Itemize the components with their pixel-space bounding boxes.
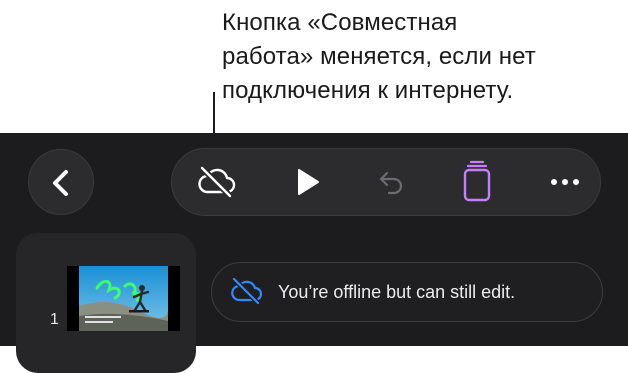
offline-banner: You’re offline but can still edit. xyxy=(211,262,603,322)
slides-icon xyxy=(463,160,491,202)
collaboration-button[interactable] xyxy=(190,149,244,215)
undo-button[interactable] xyxy=(363,149,417,215)
more-icon xyxy=(551,179,579,185)
slide-thumbnail[interactable] xyxy=(67,266,180,331)
toolbar xyxy=(171,148,601,216)
play-button[interactable] xyxy=(280,149,334,215)
slide-number: 1 xyxy=(50,311,59,328)
play-icon xyxy=(298,169,319,195)
back-button[interactable] xyxy=(28,149,94,215)
offline-message: You’re offline but can still edit. xyxy=(278,282,516,302)
callout-text: Кнопка «Совместная работа» меняется, есл… xyxy=(222,9,536,104)
chevron-left-icon xyxy=(53,170,68,196)
cloud-offline-icon xyxy=(198,165,236,199)
cloud-offline-icon xyxy=(231,276,263,306)
slide-thumbnail-image xyxy=(79,266,168,331)
more-button[interactable] xyxy=(538,149,592,215)
slides-button[interactable] xyxy=(450,149,504,215)
undo-icon xyxy=(379,171,403,195)
